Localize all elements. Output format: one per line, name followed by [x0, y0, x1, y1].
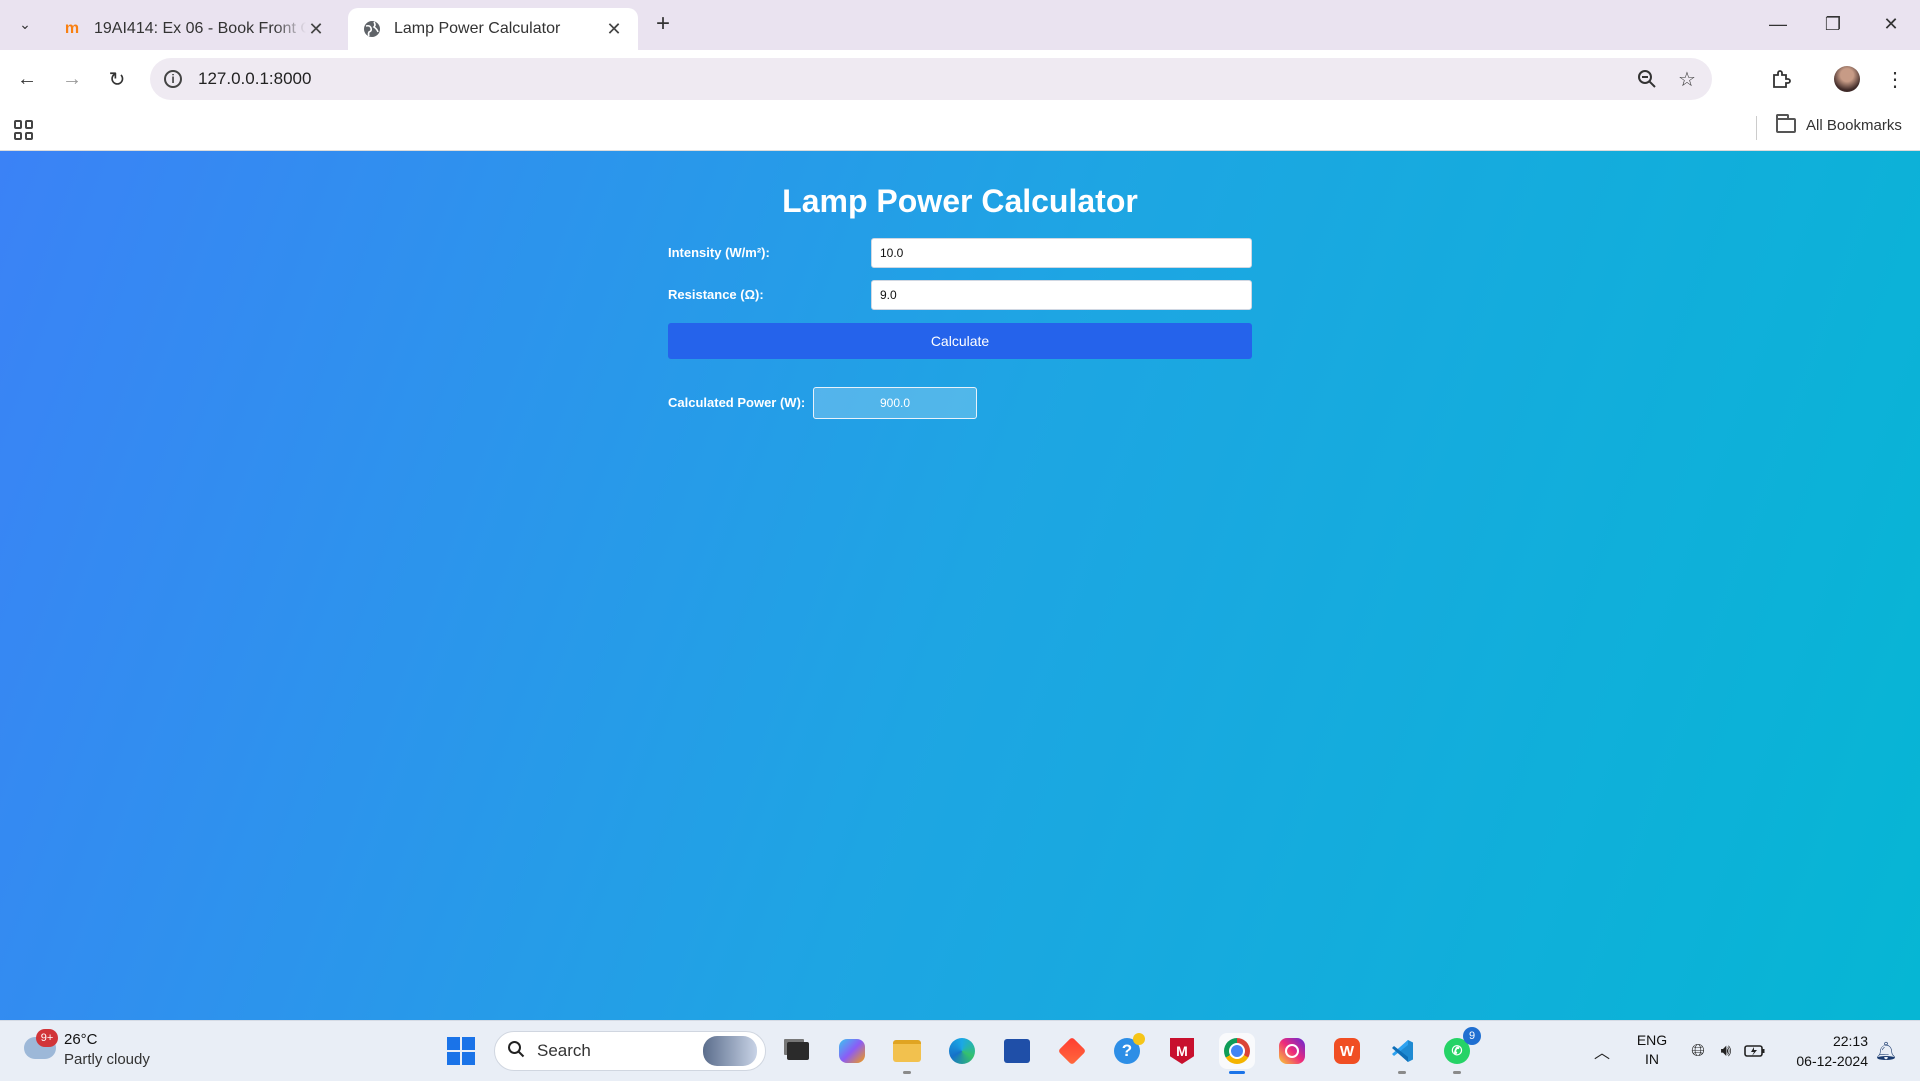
- profile-avatar[interactable]: [1832, 64, 1862, 94]
- region-code: IN: [1645, 1051, 1659, 1067]
- mcafee-icon[interactable]: M: [1164, 1033, 1200, 1069]
- calculate-button[interactable]: Calculate: [668, 323, 1252, 359]
- url-text[interactable]: 127.0.0.1:8000: [198, 69, 1632, 89]
- resistance-input[interactable]: [871, 280, 1252, 310]
- tab-search-chevron-icon[interactable]: ⌄: [12, 11, 38, 37]
- folder-icon: [1776, 114, 1796, 133]
- microsoft-store-icon[interactable]: [999, 1033, 1035, 1069]
- running-indicator: [1229, 1071, 1245, 1074]
- battery-icon[interactable]: [1743, 1039, 1767, 1063]
- clock[interactable]: 22:13 06-12-2024: [1776, 1031, 1868, 1071]
- intensity-input[interactable]: [871, 238, 1252, 268]
- apps-grid-icon[interactable]: [14, 120, 34, 140]
- resistance-label: Resistance (Ω):: [668, 287, 764, 302]
- close-window-icon[interactable]: ✕: [1871, 8, 1911, 40]
- extensions-icon[interactable]: [1766, 64, 1796, 94]
- instagram-icon[interactable]: [1274, 1033, 1310, 1069]
- taskbar-search[interactable]: Search: [494, 1031, 766, 1071]
- whatsapp-icon[interactable]: ✆ 9: [1439, 1027, 1481, 1074]
- result-value: 900.0: [813, 387, 977, 419]
- globe-icon: [362, 19, 382, 39]
- bookmarks-divider: [1756, 116, 1757, 140]
- chevron-up-icon[interactable]: ︿: [1590, 1039, 1614, 1063]
- file-explorer-icon[interactable]: [889, 1033, 925, 1074]
- taskbar: 9+ 26°C Partly cloudy Search ? M W ✆ 9 ︿…: [0, 1020, 1920, 1081]
- network-globe-icon[interactable]: 🌐︎: [1686, 1039, 1710, 1063]
- bookmarks-bar: All Bookmarks: [0, 108, 1920, 151]
- windows-start-icon[interactable]: [447, 1037, 475, 1065]
- all-bookmarks-label: All Bookmarks: [1806, 117, 1902, 134]
- weather-temperature: 26°C: [64, 1031, 98, 1048]
- avatar: [1834, 66, 1860, 92]
- task-view-icon[interactable]: [780, 1033, 816, 1069]
- clock-date: 06-12-2024: [1796, 1053, 1868, 1069]
- weather-widget[interactable]: 9+ 26°C Partly cloudy: [22, 1029, 182, 1073]
- tab-ex06[interactable]: m 19AI414: Ex 06 - Book Front Cover ✕: [48, 8, 340, 50]
- vscode-icon[interactable]: [1384, 1033, 1420, 1074]
- chrome-icon[interactable]: [1219, 1033, 1255, 1074]
- search-icon: [507, 1040, 525, 1063]
- weather-badge: 9+: [36, 1029, 58, 1047]
- language-indicator[interactable]: ENG IN: [1632, 1031, 1672, 1069]
- intensity-label: Intensity (W/m²):: [668, 245, 770, 260]
- tab-title: 19AI414: Ex 06 - Book Front Cover: [94, 20, 306, 37]
- result-row: Calculated Power (W): 900.0: [668, 387, 988, 419]
- resistance-row: Resistance (Ω):: [668, 280, 1252, 310]
- zoom-icon[interactable]: [1632, 64, 1662, 94]
- close-tab-icon[interactable]: ✕: [306, 19, 326, 40]
- volume-icon[interactable]: 🔊︎: [1714, 1039, 1738, 1063]
- whatsapp-badge: 9: [1463, 1027, 1481, 1045]
- browser-toolbar: ← → ↻ i 127.0.0.1:8000 ☆ ⋮: [0, 50, 1920, 108]
- copilot-icon[interactable]: [834, 1033, 870, 1069]
- intensity-row: Intensity (W/m²):: [668, 238, 1252, 268]
- running-indicator: [1398, 1071, 1406, 1074]
- reload-icon[interactable]: ↻: [102, 64, 132, 94]
- edge-icon[interactable]: [944, 1033, 980, 1069]
- page-viewport: Lamp Power Calculator Intensity (W/m²): …: [0, 151, 1920, 1020]
- red-app-icon[interactable]: [1054, 1033, 1090, 1069]
- language-code: ENG: [1636, 1032, 1668, 1048]
- running-indicator: [903, 1071, 911, 1074]
- close-tab-icon[interactable]: ✕: [604, 19, 624, 40]
- new-tab-button[interactable]: +: [650, 12, 676, 38]
- minimize-icon[interactable]: —: [1758, 8, 1798, 40]
- site-info-icon[interactable]: i: [164, 70, 182, 88]
- address-bar[interactable]: i 127.0.0.1:8000 ☆: [150, 58, 1712, 100]
- notification-bell-icon[interactable]: 🔔︎: [1874, 1039, 1898, 1063]
- wps-office-icon[interactable]: W: [1329, 1033, 1365, 1069]
- result-label: Calculated Power (W):: [668, 395, 806, 410]
- forward-arrow-icon[interactable]: →: [57, 64, 87, 94]
- menu-kebab-icon[interactable]: ⋮: [1880, 64, 1910, 94]
- all-bookmarks-button[interactable]: All Bookmarks: [1776, 114, 1902, 134]
- help-icon[interactable]: ?: [1109, 1033, 1145, 1069]
- search-highlight-image: [703, 1036, 757, 1066]
- weather-condition: Partly cloudy: [64, 1051, 150, 1068]
- restore-icon[interactable]: ❐: [1813, 8, 1853, 40]
- tab-strip: ⌄ m 19AI414: Ex 06 - Book Front Cover ✕ …: [0, 0, 1920, 50]
- tab-lamp-power-calculator[interactable]: Lamp Power Calculator ✕: [348, 8, 638, 50]
- bookmark-star-icon[interactable]: ☆: [1672, 64, 1702, 94]
- search-placeholder: Search: [537, 1041, 591, 1060]
- tab-title: Lamp Power Calculator: [394, 20, 561, 37]
- clock-time: 22:13: [1832, 1033, 1868, 1049]
- moodle-icon: m: [64, 20, 80, 37]
- back-arrow-icon[interactable]: ←: [12, 64, 42, 94]
- page-title: Lamp Power Calculator: [782, 183, 1138, 219]
- running-indicator: [1453, 1071, 1461, 1074]
